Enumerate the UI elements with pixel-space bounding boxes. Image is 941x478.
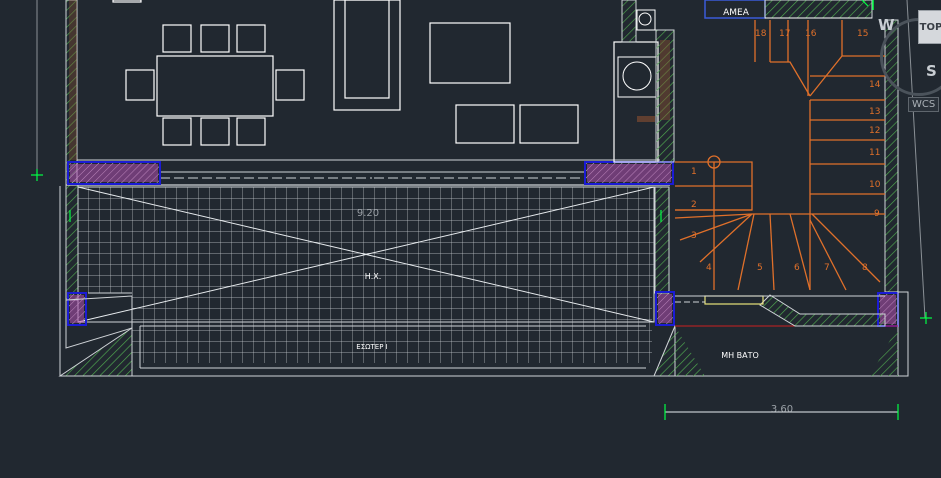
stair-num-11: 11 (869, 148, 880, 158)
viewcube-south-label[interactable]: S (926, 62, 937, 80)
stair-num-1: 1 (691, 167, 697, 177)
floor-plan-drawing[interactable]: 9.20 Η.Χ. ΕΣΩΤΕΡ Ι ΜΗ ΒΑΤΟ ΑΜΕΑ 3.60 1 2… (0, 0, 941, 478)
stair-num-6: 6 (794, 263, 800, 273)
stair-num-15: 15 (857, 29, 868, 39)
label-amea: ΑΜΕΑ (723, 8, 750, 18)
staircase (674, 20, 885, 291)
stair-num-9: 9 (874, 209, 880, 219)
viewcube[interactable]: W TOP S WCS (872, 0, 941, 120)
stair-num-5: 5 (757, 263, 763, 273)
room-label-mh-bato: ΜΗ ΒΑΤΟ (721, 351, 759, 360)
room-label-hx: Η.Χ. (365, 272, 382, 281)
stair-num-4: 4 (706, 263, 712, 273)
stair-num-10: 10 (869, 180, 881, 190)
dining-table (112, 0, 305, 146)
stair-num-18: 18 (755, 29, 767, 39)
dimension-3-60-label: 3.60 (771, 404, 793, 415)
viewcube-top-face[interactable]: TOP (918, 10, 941, 44)
room-label-esoteriki: ΕΣΩΤΕΡ Ι (356, 343, 387, 351)
viewcube-west-label[interactable]: W (878, 16, 895, 34)
stair-num-12: 12 (869, 126, 880, 136)
stair-num-16: 16 (805, 29, 817, 39)
stair-numbers: 1 2 3 4 5 6 7 8 9 10 11 12 13 14 15 16 1… (691, 29, 881, 273)
dimension-9-20-label: 9.20 (357, 208, 379, 219)
stair-num-3: 3 (691, 231, 697, 241)
stair-num-8: 8 (862, 263, 868, 273)
wcs-menu-button[interactable]: WCS (908, 97, 940, 112)
stair-num-17: 17 (779, 29, 790, 39)
stair-num-2: 2 (691, 200, 697, 210)
stair-num-7: 7 (824, 263, 830, 273)
cad-viewport[interactable]: 9.20 Η.Χ. ΕΣΩΤΕΡ Ι ΜΗ ΒΑΤΟ ΑΜΕΑ 3.60 1 2… (0, 0, 941, 478)
